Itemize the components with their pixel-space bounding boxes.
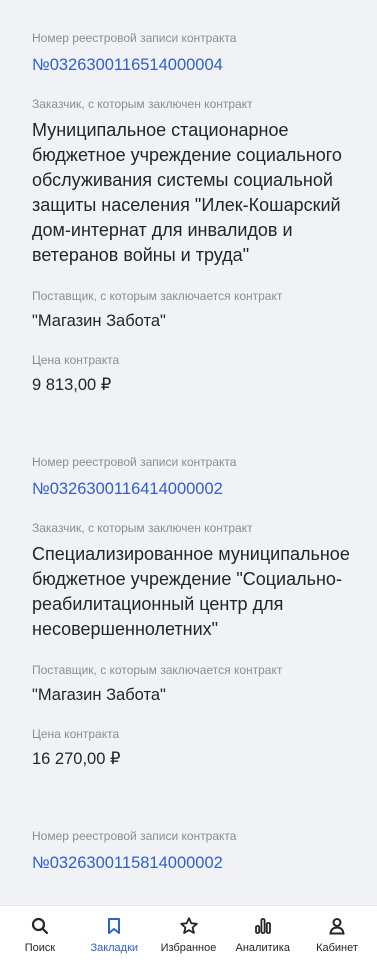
- chart-icon: [254, 918, 271, 934]
- search-icon: [31, 917, 49, 935]
- registry-number-link[interactable]: №0326300115814000002: [32, 852, 359, 874]
- supplier-label: Поставщик, с которым заключается контрак…: [32, 663, 283, 677]
- customer-name: Муниципальное стационарное бюджетное учр…: [32, 120, 342, 265]
- registry-label: Номер реестровой записи контракта: [32, 31, 237, 45]
- contract-card[interactable]: Номер реестровой записи контракта №03263…: [32, 770, 359, 874]
- bottom-tab-bar: Поиск Закладки Избранное Аналитика Кабин…: [0, 905, 377, 967]
- customer-label: Заказчик, с которым заключен контракт: [32, 521, 253, 535]
- contract-card[interactable]: Номер реестровой записи контракта №03263…: [32, 0, 359, 396]
- registry-label: Номер реестровой записи контракта: [32, 455, 237, 469]
- supplier-label: Поставщик, с которым заключается контрак…: [32, 289, 283, 303]
- tab-analytics[interactable]: Аналитика: [227, 916, 299, 967]
- user-icon: [329, 918, 345, 935]
- registry-label: Номер реестровой записи контракта: [32, 829, 237, 843]
- tab-label: Кабинет: [316, 942, 358, 954]
- supplier-name: "Магазин Забота": [32, 686, 166, 704]
- tab-favorites[interactable]: Избранное: [153, 916, 225, 967]
- tab-bookmarks[interactable]: Закладки: [78, 916, 150, 967]
- contract-price: 16 270,00 ₽: [32, 750, 121, 768]
- contracts-list[interactable]: Номер реестровой записи контракта №03263…: [0, 0, 377, 905]
- price-label: Цена контракта: [32, 353, 120, 367]
- tab-label: Аналитика: [235, 942, 290, 954]
- contract-card[interactable]: Номер реестровой записи контракта №03263…: [32, 396, 359, 770]
- registry-number-link[interactable]: №0326300116514000004: [32, 54, 359, 76]
- supplier-name: "Магазин Забота": [32, 312, 166, 330]
- price-label: Цена контракта: [32, 727, 120, 741]
- tab-account[interactable]: Кабинет: [301, 916, 373, 967]
- customer-name: Специализированное муниципальное бюджетн…: [32, 544, 350, 639]
- tab-label: Поиск: [24, 942, 56, 954]
- customer-label: Заказчик, с которым заключен контракт: [32, 97, 253, 111]
- contract-price: 9 813,00 ₽: [32, 376, 112, 394]
- bookmark-icon: [108, 918, 121, 934]
- tab-label: Закладки: [90, 942, 139, 954]
- registry-number-link[interactable]: №0326300116414000002: [32, 478, 359, 500]
- tab-search[interactable]: Поиск: [4, 916, 76, 967]
- tab-label: Избранное: [160, 942, 217, 954]
- star-icon: [179, 917, 198, 934]
